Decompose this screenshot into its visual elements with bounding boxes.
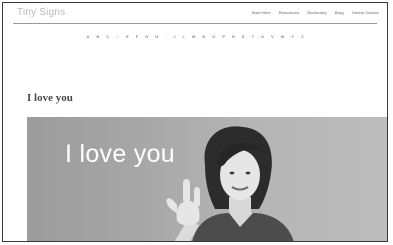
nav-online-course[interactable]: Online Course <box>352 10 379 15</box>
alpha-letter[interactable]: L <box>183 34 185 39</box>
alpha-letter[interactable]: V <box>271 34 274 39</box>
alpha-letter[interactable]: B <box>96 34 99 39</box>
site-logo[interactable]: Tiny Signs <box>17 7 65 18</box>
video-player[interactable]: I love you <box>27 117 387 241</box>
alphabet-index: A B C D E F G H I J L M N O P R S T U V … <box>3 34 387 39</box>
alpha-letter[interactable]: I <box>165 34 166 39</box>
alpha-letter[interactable]: H <box>155 34 158 39</box>
alpha-letter[interactable]: C <box>106 34 109 39</box>
alpha-letter[interactable]: A <box>86 34 89 39</box>
alpha-letter[interactable]: O <box>212 34 215 39</box>
browser-frame: Tiny Signs Start Here Resources Dictiona… <box>2 2 388 242</box>
main-nav: Start Here Resources Dictionary Blog Onl… <box>252 10 379 15</box>
alpha-letter[interactable]: Z <box>301 34 303 39</box>
alpha-letter[interactable]: M <box>192 34 195 39</box>
alpha-letter[interactable]: G <box>145 34 148 39</box>
alpha-letter[interactable]: U <box>261 34 264 39</box>
header-divider <box>13 23 377 24</box>
alpha-letter[interactable]: S <box>242 34 245 39</box>
alpha-letter[interactable]: F <box>136 34 138 39</box>
alpha-letter[interactable]: N <box>202 34 205 39</box>
alpha-letter[interactable]: P <box>222 34 225 39</box>
nav-blog[interactable]: Blog <box>335 10 344 15</box>
alpha-letter[interactable]: J <box>173 34 175 39</box>
signing-person-illustration <box>166 126 294 241</box>
alpha-letter[interactable]: D <box>116 34 119 39</box>
nav-start-here[interactable]: Start Here <box>252 10 271 15</box>
alpha-letter[interactable]: W <box>281 34 285 39</box>
alpha-letter[interactable]: Y <box>291 34 294 39</box>
nav-dictionary[interactable]: Dictionary <box>307 10 327 15</box>
site-header: Tiny Signs Start Here Resources Dictiona… <box>3 3 387 23</box>
alpha-letter[interactable]: T <box>252 34 254 39</box>
page-title: I love you <box>27 92 73 104</box>
alpha-letter[interactable]: R <box>232 34 235 39</box>
alpha-letter[interactable]: E <box>126 34 129 39</box>
nav-resources[interactable]: Resources <box>279 10 299 15</box>
